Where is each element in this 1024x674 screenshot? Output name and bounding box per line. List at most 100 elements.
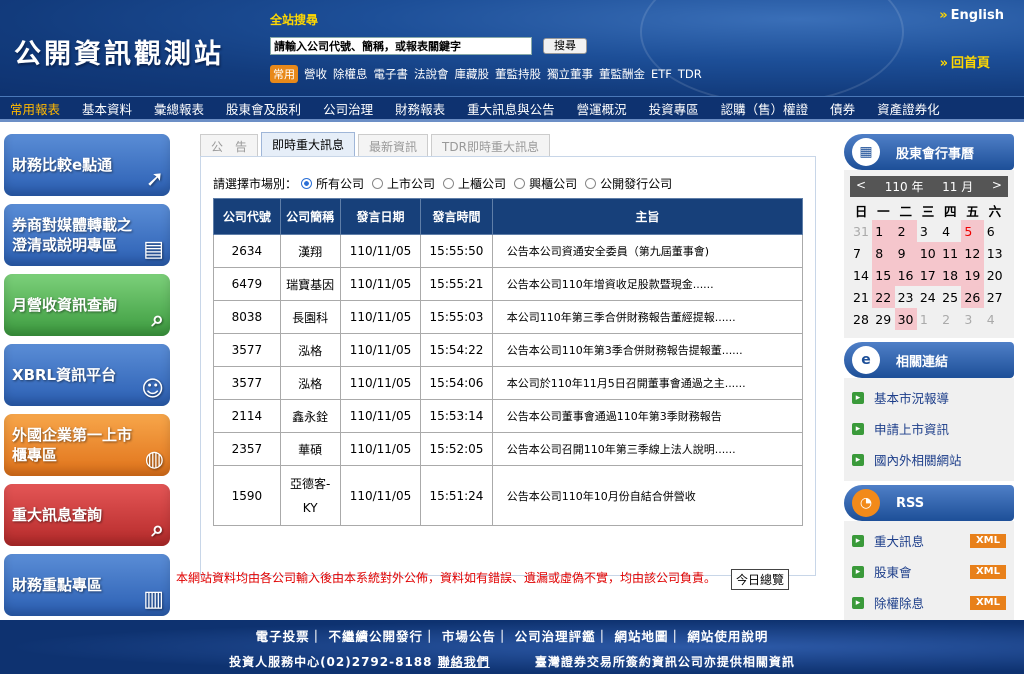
calendar-day[interactable]: 7 (850, 242, 872, 264)
market-radio[interactable] (443, 178, 455, 189)
calendar-day[interactable]: 2 (894, 220, 917, 242)
tab[interactable]: 公 告 (200, 134, 259, 156)
calendar-next[interactable]: > (992, 178, 1002, 195)
calendar-day[interactable]: 14 (850, 264, 872, 286)
related-link[interactable]: ▸ 基本市況報導 (852, 382, 1006, 413)
nav-item[interactable]: 公司治理 (323, 99, 373, 118)
calendar-day[interactable]: 4 (939, 220, 961, 242)
left-banner[interactable]: 財務比較e點通 ➚ (4, 134, 170, 196)
quick-link[interactable]: 董監持股 (495, 66, 541, 82)
search-input[interactable] (270, 37, 532, 55)
calendar-day[interactable]: 16 (894, 264, 917, 286)
calendar-day[interactable]: 8 (872, 242, 895, 264)
nav-item[interactable]: 重大訊息與公告 (467, 99, 555, 118)
nav-item[interactable]: 股東會及股利 (226, 99, 301, 118)
rss-link[interactable]: ▸ 重大訊息 XML (852, 525, 1006, 556)
left-banner[interactable]: 外國企業第一上市櫃專區 ◍ (4, 414, 170, 476)
left-banner[interactable]: 重大訊息查詢 ⌕ (4, 484, 170, 546)
calendar-day[interactable]: 24 (917, 286, 939, 308)
subject[interactable]: 公告本公司110年增資收足股款暨現金...... (491, 267, 804, 301)
market-radio[interactable] (372, 178, 384, 189)
calendar-day[interactable]: 12 (961, 242, 984, 264)
quick-link[interactable]: 除權息 (333, 66, 368, 82)
nav-item[interactable]: 基本資料 (82, 99, 132, 118)
xml-badge[interactable]: XML (969, 564, 1006, 579)
calendar-day[interactable]: 13 (984, 242, 1006, 264)
quick-link[interactable]: 營收 (304, 66, 327, 82)
nav-item[interactable]: 資產證券化 (877, 99, 940, 118)
home-link[interactable]: » 回首頁 (940, 52, 990, 71)
tab[interactable]: 最新資訊 (358, 134, 429, 156)
tab[interactable]: TDR即時重大訊息 (431, 134, 550, 156)
rss-link[interactable]: ▸ 除權除息 XML (852, 587, 1006, 618)
market-radio[interactable] (301, 178, 313, 189)
calendar-day[interactable]: 23 (895, 286, 917, 308)
subject[interactable]: 公告本公司110年第3季合併財務報告提報董...... (491, 333, 804, 367)
calendar-day[interactable]: 10 (916, 242, 940, 264)
xml-badge[interactable]: XML (969, 533, 1006, 548)
calendar-day[interactable]: 26 (961, 286, 984, 308)
calendar-day[interactable]: 30 (894, 308, 917, 330)
subject[interactable]: 本公司110年第三季合併財務報告董經提報...... (491, 300, 804, 334)
subject[interactable]: 公告本公司召開110年第三季線上法人說明...... (491, 432, 804, 466)
english-link[interactable]: » English (939, 8, 1004, 23)
related-link[interactable]: ▸ 國內外相關網站 (852, 444, 1006, 475)
nav-item[interactable]: 財務報表 (395, 99, 445, 118)
quick-link[interactable]: ETF (651, 67, 672, 81)
contact-link[interactable]: 聯絡我們 (438, 655, 490, 669)
calendar-day[interactable]: 22 (872, 286, 895, 308)
table-row[interactable]: 6479 瑞寶基因 110/11/05 15:55:21 公告本公司110年增資收足股款… (213, 267, 804, 301)
subject[interactable]: 公告本公司資通安全委員（第九屆董事會) (491, 234, 804, 268)
xml-badge[interactable]: XML (969, 595, 1006, 610)
table-row[interactable]: 1590 亞德客-KY 110/11/05 15:51:24 公告本公司110年10月份… (213, 465, 804, 526)
table-row[interactable]: 2357 華碩 110/11/05 15:52:05 公告本公司召開110年第三季線上法… (213, 432, 804, 466)
quick-link[interactable]: 電子書 (374, 66, 409, 82)
subject[interactable]: 公告本公司董事會通過110年第3季財務報告 (491, 399, 804, 433)
subject[interactable]: 公告本公司110年10月份自結合併營收 (491, 465, 804, 526)
left-banner[interactable]: 券商對媒體轉載之澄清或說明專區 ▤ (4, 204, 170, 266)
table-row[interactable]: 3577 泓格 110/11/05 15:54:22 公告本公司110年第3季合併財務報… (213, 333, 804, 367)
daily-overview-button[interactable]: 今日總覽 (731, 569, 790, 590)
market-radio[interactable] (585, 178, 597, 189)
nav-item[interactable]: 投資專區 (649, 99, 699, 118)
nav-item[interactable]: 彙總報表 (154, 99, 204, 118)
nav-item[interactable]: 債券 (830, 99, 855, 118)
left-banner[interactable]: 月營收資訊查詢 ⌕ (4, 274, 170, 336)
calendar-day[interactable]: 11 (939, 242, 962, 264)
calendar-day[interactable]: 9 (894, 242, 917, 264)
related-link[interactable]: ▸ 申請上市資訊 (852, 413, 1006, 444)
calendar-day[interactable]: 25 (939, 286, 961, 308)
nav-item[interactable]: 營運概況 (577, 99, 627, 118)
search-button[interactable]: 搜尋 (543, 38, 587, 54)
market-radio[interactable] (514, 178, 526, 189)
quick-link[interactable]: 獨立董事 (547, 66, 593, 82)
footer-links[interactable]: 電子投票｜ 不繼續公開發行｜ 市場公告｜ 公司治理評鑑｜ 網站地圖｜ 網站使用說… (0, 626, 1024, 645)
calendar-day[interactable]: 15 (872, 264, 895, 286)
site-logo[interactable]: 公開資訊觀測站 (14, 32, 224, 71)
table-row[interactable]: 3577 泓格 110/11/05 15:54:06 本公司於110年11月5日召開董事… (213, 366, 804, 400)
calendar-day[interactable]: 28 (850, 308, 872, 330)
calendar-day[interactable]: 18 (939, 264, 962, 286)
rss-link[interactable]: ▸ 股東會 XML (852, 556, 1006, 587)
calendar-day[interactable]: 19 (961, 264, 984, 286)
left-banner[interactable]: 財務重點專區 ▥ (4, 554, 170, 616)
table-row[interactable]: 2634 漢翔 110/11/05 15:55:50 公告本公司資通安全委員（第九屆董事… (213, 234, 804, 268)
quick-link[interactable]: 法說會 (414, 66, 449, 82)
calendar-day[interactable]: 5 (961, 220, 984, 242)
calendar-day[interactable]: 17 (916, 264, 940, 286)
table-row[interactable]: 8038 長園科 110/11/05 15:55:03 本公司110年第三季合併財務報告… (213, 300, 804, 334)
nav-item[interactable]: 常用報表 (10, 99, 60, 118)
calendar-day[interactable]: 3 (917, 220, 939, 242)
calendar-day[interactable]: 29 (872, 308, 894, 330)
left-banner[interactable]: XBRL資訊平台 ☺ (4, 344, 170, 406)
quick-link[interactable]: 董監酬金 (599, 66, 645, 82)
subject[interactable]: 本公司於110年11月5日召開董事會通過之主...... (491, 366, 804, 400)
calendar-prev[interactable]: < (856, 178, 866, 195)
table-row[interactable]: 2114 鑫永銓 110/11/05 15:53:14 公告本公司董事會通過110年第3… (213, 399, 804, 433)
nav-item[interactable]: 認購（售）權證 (721, 99, 809, 118)
quick-link[interactable]: 庫藏股 (455, 66, 490, 82)
calendar-day[interactable]: 6 (984, 220, 1006, 242)
calendar-day[interactable]: 1 (872, 220, 895, 242)
calendar-day[interactable]: 20 (984, 264, 1006, 286)
quick-link[interactable]: TDR (678, 67, 702, 81)
